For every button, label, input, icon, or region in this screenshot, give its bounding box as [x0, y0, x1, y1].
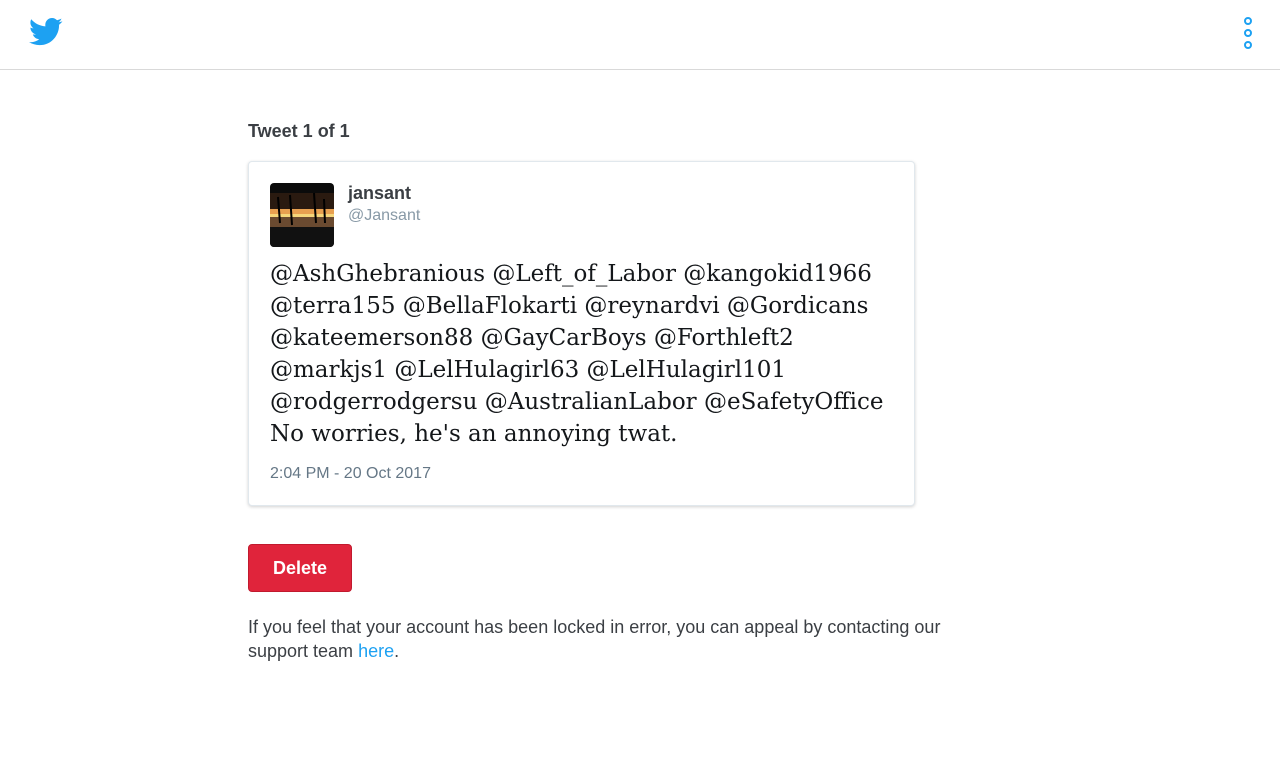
dot-icon — [1244, 17, 1252, 25]
tweet-text-line: @rodgerrodgersu @AustralianLabor @eSafet… — [270, 389, 884, 415]
tweet-card: jansant @Jansant @AshGhebranious @Left_o… — [248, 161, 915, 506]
tweet-text: @AshGhebranious @Left_of_Labor @kangokid… — [270, 258, 890, 450]
tweet-text-line: @markjs1 @LelHulagirl63 @LelHulagirl101 — [270, 357, 787, 383]
twitter-bird-icon[interactable] — [29, 17, 63, 47]
support-link[interactable]: here — [358, 641, 394, 661]
tweet-timestamp: 2:04 PM - 20 Oct 2017 — [270, 465, 431, 482]
appeal-text: If you feel that your account has been l… — [248, 617, 941, 661]
delete-button[interactable]: Delete — [248, 544, 352, 592]
appeal-message: If you feel that your account has been l… — [248, 615, 988, 663]
avatar — [270, 183, 334, 247]
page-title: Tweet 1 of 1 — [248, 121, 350, 141]
tweet-text-line: No worries, he's an annoying twat. — [270, 421, 678, 447]
tweet-text-line: @terra155 @BellaFlokarti @reynardvi @Gor… — [270, 293, 869, 319]
tweet-text-line: @AshGhebranious @Left_of_Labor @kangokid… — [270, 261, 872, 287]
tweet-author-name: jansant — [348, 183, 412, 203]
top-bar — [0, 0, 1280, 70]
tweet-author-handle: @Jansant — [348, 207, 421, 224]
more-options-button[interactable] — [1236, 17, 1260, 49]
dot-icon — [1244, 41, 1252, 49]
dot-icon — [1244, 29, 1252, 37]
appeal-text-end: . — [394, 641, 400, 661]
tweet-text-line: @kateemerson88 @GayCarBoys @Forthleft2 — [270, 325, 794, 351]
